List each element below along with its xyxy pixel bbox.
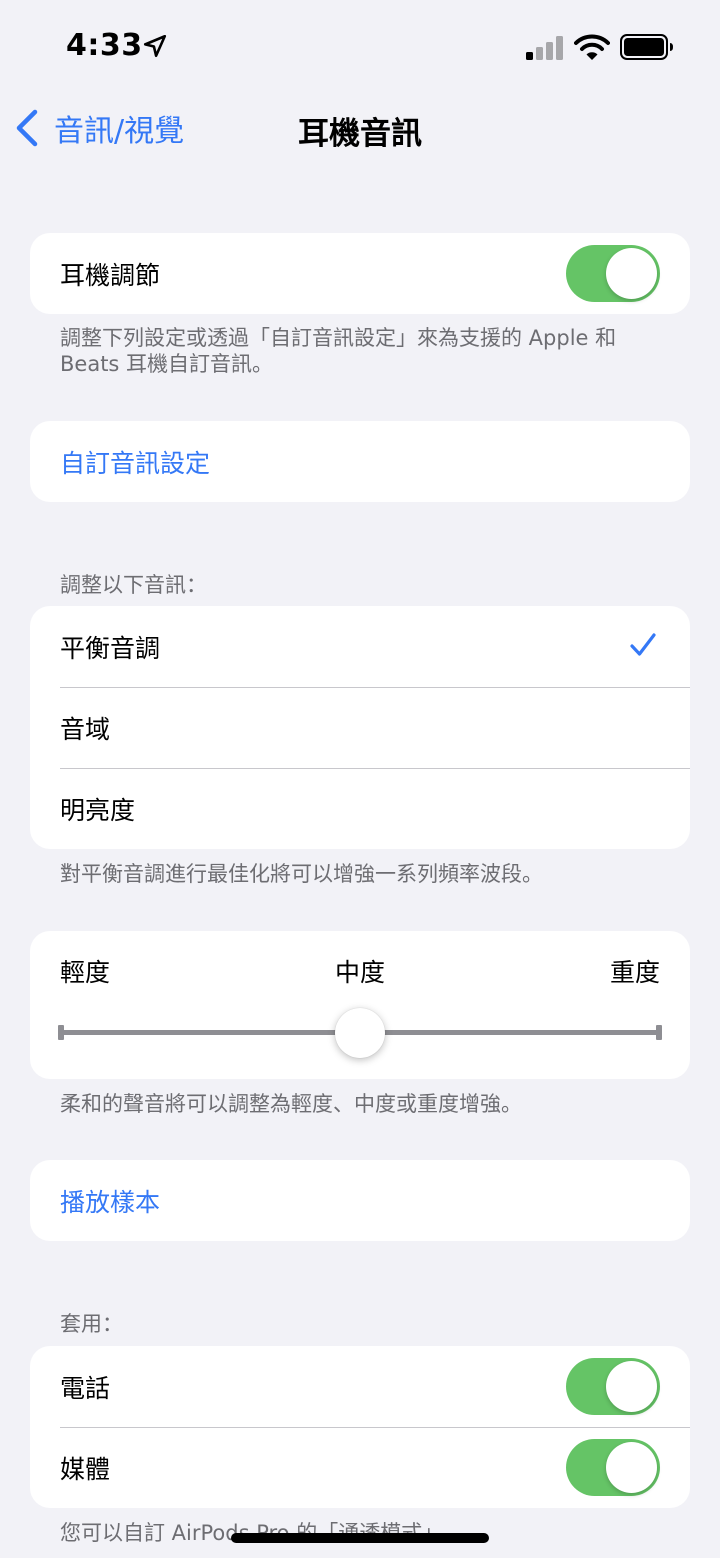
apply-with-group: 電話 媒體: [30, 1346, 690, 1508]
headphone-accommodations-toggle[interactable]: [566, 245, 660, 302]
home-indicator: [231, 1533, 489, 1543]
toggle-knob: [606, 1361, 657, 1412]
phone-toggle[interactable]: [566, 1358, 660, 1415]
tune-for-group: 平衡音調 音域 明亮度: [30, 606, 690, 849]
custom-audio-setup-button[interactable]: 自訂音訊設定: [30, 421, 690, 502]
navigation-bar: 音訊/視覺 耳機音訊: [0, 96, 720, 160]
slider-labels: 輕度 中度 重度: [60, 953, 660, 987]
page-title: 耳機音訊: [298, 116, 422, 152]
boost-slider[interactable]: [58, 1006, 662, 1060]
tune-for-header: 調整以下音訊：: [60, 573, 207, 597]
slider-label-heavy: 重度: [609, 958, 660, 987]
boost-slider-group: 輕度 中度 重度: [30, 931, 690, 1079]
slider-tick-end: [656, 1025, 662, 1040]
media-label: 媒體: [60, 1454, 111, 1484]
headphone-accommodations-label: 耳機調節: [60, 260, 161, 290]
slider-tick-start: [58, 1025, 64, 1040]
apply-with-header: 套用：: [60, 1312, 123, 1336]
headphone-accommodations-footer: 調整下列設定或透過「自訂音訊設定」來為支援的 Apple 和 Beats 耳機自…: [60, 326, 617, 376]
media-row: 媒體: [30, 1427, 690, 1508]
option-label: 明亮度: [60, 795, 136, 825]
status-bar: 4:33: [0, 0, 720, 96]
wifi-icon: [574, 34, 610, 60]
battery-icon: [620, 34, 673, 60]
slider-label-medium: 中度: [334, 958, 386, 987]
boost-footer: 柔和的聲音將可以調整為輕度、中度或重度增強。: [60, 1092, 522, 1116]
option-brightness[interactable]: 明亮度: [30, 768, 690, 849]
custom-audio-setup-group: 自訂音訊設定: [30, 421, 690, 502]
cellular-signal-icon: [526, 36, 563, 60]
checkmark-icon: [630, 633, 656, 656]
option-balanced-tone[interactable]: 平衡音調: [30, 606, 690, 687]
slider-label-light: 輕度: [60, 958, 111, 987]
option-label: 平衡音調: [60, 633, 161, 663]
phone-label: 電話: [60, 1373, 111, 1403]
media-toggle[interactable]: [566, 1439, 660, 1496]
status-time: 4:33: [66, 28, 143, 63]
option-label: 音域: [60, 714, 111, 744]
location-arrow-icon: [143, 34, 167, 58]
play-sample-button[interactable]: 播放樣本: [30, 1160, 690, 1241]
slider-thumb[interactable]: [335, 1008, 385, 1058]
toggle-knob: [606, 1442, 657, 1493]
headphone-accommodations-group: 耳機調節: [30, 233, 690, 314]
option-vocal-range[interactable]: 音域: [30, 687, 690, 768]
headphone-accommodations-row: 耳機調節: [30, 233, 690, 314]
tune-for-footer: 對平衡音調進行最佳化將可以增強一系列頻率波段。: [60, 862, 543, 886]
phone-row: 電話: [30, 1346, 690, 1427]
toggle-knob: [606, 248, 657, 299]
play-sample-group: 播放樣本: [30, 1160, 690, 1241]
